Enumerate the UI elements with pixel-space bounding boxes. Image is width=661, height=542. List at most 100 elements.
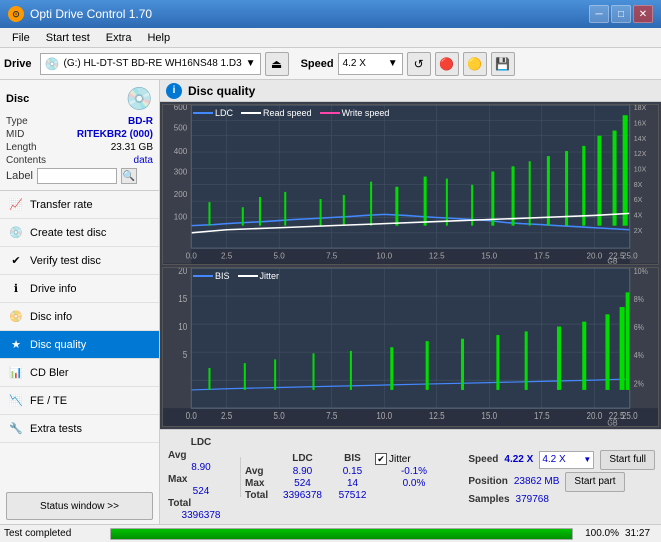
eject-button[interactable]: ⏏ [265,52,289,76]
window-controls: ─ □ ✕ [589,5,653,23]
bottom-chart: BIS Jitter [162,267,659,428]
sidebar-item-fe-te[interactable]: 📉 FE / TE [0,387,159,415]
sidebar-label-disc-quality: Disc quality [30,339,86,351]
sidebar-item-verify-test-disc[interactable]: ✔ Verify test disc [0,247,159,275]
svg-text:0.0: 0.0 [186,410,197,421]
sidebar-item-disc-quality[interactable]: ★ Disc quality [0,331,159,359]
total-jitter-empty [375,490,445,501]
total-label: Total [245,490,275,501]
svg-text:15.0: 15.0 [481,251,497,260]
sidebar-item-transfer-rate[interactable]: 📈 Transfer rate [0,191,159,219]
legend-ldc-label: LDC [215,108,233,118]
svg-text:5: 5 [183,349,188,360]
disc-length-label: Length [6,142,37,153]
disc-label-input[interactable] [37,168,117,184]
maximize-button[interactable]: □ [611,5,631,23]
sidebar-item-drive-info[interactable]: ℹ Drive info [0,275,159,303]
close-button[interactable]: ✕ [633,5,653,23]
disc-info-icon: 📀 [8,309,24,325]
jitter-check-cell: ✔ Jitter [375,453,445,465]
settings-button[interactable]: 🔴 [435,52,459,76]
disc-quality-title-icon: i [166,83,182,99]
speed-selector[interactable]: 4.2 X ▼ [338,53,403,75]
svg-text:12X: 12X [634,150,647,158]
svg-text:2.5: 2.5 [221,251,233,260]
save-button[interactable]: 💾 [491,52,515,76]
svg-text:6%: 6% [634,322,644,332]
position-row: Position 23862 MB Start part [468,472,655,492]
disc-type-row: Type BD-R [6,116,153,127]
sidebar-label-drive-info: Drive info [30,283,76,295]
menu-help[interactable]: Help [139,30,178,46]
drive-icon: 💿 [45,57,60,71]
svg-text:100: 100 [174,212,188,221]
status-window-button[interactable]: Status window >> [6,492,153,520]
nav-items: 📈 Transfer rate 💿 Create test disc ✔ Ver… [0,191,159,488]
main-layout: Disc 💿 Type BD-R MID RITEKBR2 (000) Leng… [0,80,661,524]
start-full-button[interactable]: Start full [600,450,655,470]
divider-1 [240,457,241,497]
sidebar-item-cd-bler[interactable]: 📊 CD Bler [0,359,159,387]
transfer-rate-icon: 📈 [8,197,24,213]
stats-right: Speed 4.22 X 4.2 X ▼ Start full Position… [468,450,655,505]
disc-contents-label: Contents [6,155,46,166]
progress-bar-fill [111,529,572,539]
disc-contents-value: data [134,155,153,166]
disc-contents-row: Contents data [6,155,153,166]
app-title: Opti Drive Control 1.70 [30,7,152,21]
total-bis-val: 57512 [330,490,375,501]
avg-ldc-val: 8.90 [275,466,330,477]
legend-jitter-label: Jitter [260,271,280,281]
disc-panel-icon: 💿 [126,86,153,112]
avg-row-label: Avg [166,450,236,461]
svg-text:20.0: 20.0 [586,251,602,260]
disc-label-button[interactable]: 🔍 [121,168,137,184]
sidebar-label-extra-tests: Extra tests [30,423,82,435]
speed-val: 4.22 X [504,454,533,465]
svg-text:4%: 4% [634,350,644,360]
total-row-label: Total [166,498,236,509]
total-ldc: 3396378 [166,510,236,521]
drive-selector[interactable]: 💿 (G:) HL-DT-ST BD-RE WH16NS48 1.D3 ▼ [40,53,261,75]
svg-text:8%: 8% [634,294,644,304]
sidebar-item-extra-tests[interactable]: 🔧 Extra tests [0,415,159,443]
progress-label: 100.0% [579,528,619,539]
sidebar-label-transfer-rate: Transfer rate [30,199,93,211]
jitter-color [238,275,258,277]
legend-jitter: Jitter [238,271,280,281]
app-icon: ⊙ [8,6,24,22]
max-ldc-val: 524 [275,478,330,489]
menu-file[interactable]: File [4,30,38,46]
menu-start-test[interactable]: Start test [38,30,98,46]
menu-extra[interactable]: Extra [98,30,140,46]
content-area: i Disc quality LDC Read speed [160,80,661,524]
stats-row: LDC Avg 8.90 Max 524 Total 3396378 LDC B… [166,433,655,521]
sidebar-label-verify-test-disc: Verify test disc [30,255,101,267]
speed-dropdown[interactable]: 4.2 X ▼ [539,451,594,469]
svg-text:15.0: 15.0 [481,410,497,421]
bottom-chart-legend: BIS Jitter [193,271,279,281]
disc-quality-title: Disc quality [188,84,255,98]
svg-text:6X: 6X [634,196,643,204]
svg-text:12.5: 12.5 [429,410,445,421]
svg-text:17.5: 17.5 [534,410,550,421]
start-part-button[interactable]: Start part [565,472,624,492]
svg-text:10X: 10X [634,165,647,173]
avg-jitter-val: -0.1% [375,466,445,477]
extra-button[interactable]: 🟡 [463,52,487,76]
jitter-checkbox[interactable]: ✔ [375,453,387,465]
charts-area: LDC Read speed Write speed [160,102,661,429]
verify-test-disc-icon: ✔ [8,253,24,269]
sidebar-item-disc-info[interactable]: 📀 Disc info [0,303,159,331]
svg-text:25.0: 25.0 [622,410,638,421]
refresh-button[interactable]: ↺ [407,52,431,76]
toolbar: Drive 💿 (G:) HL-DT-ST BD-RE WH16NS48 1.D… [0,48,661,80]
disc-panel: Disc 💿 Type BD-R MID RITEKBR2 (000) Leng… [0,80,159,191]
samples-val: 379768 [516,494,549,505]
svg-text:16X: 16X [634,119,647,127]
disc-panel-header: Disc 💿 [6,86,153,112]
sidebar-item-create-test-disc[interactable]: 💿 Create test disc [0,219,159,247]
speed-row: Speed 4.22 X 4.2 X ▼ Start full [468,450,655,470]
minimize-button[interactable]: ─ [589,5,609,23]
svg-text:12.5: 12.5 [429,251,445,260]
